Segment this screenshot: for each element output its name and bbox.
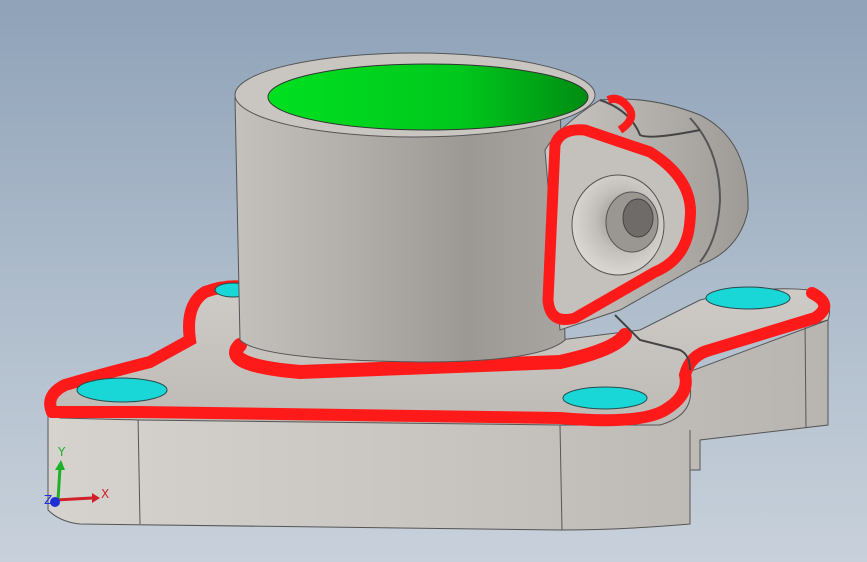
axis-triad: X Y Z <box>44 445 109 507</box>
mounting-hole-left[interactable] <box>76 377 168 403</box>
cad-model-view[interactable] <box>0 0 867 562</box>
x-axis-label: X <box>101 487 109 501</box>
z-axis-label: Z <box>44 493 52 507</box>
cylinder-boss[interactable] <box>234 52 596 363</box>
y-axis-arrow <box>56 467 62 501</box>
mounting-hole-front[interactable] <box>562 386 648 410</box>
graphics-viewport[interactable]: X Y Z <box>0 0 867 562</box>
y-axis-label: Y <box>57 445 66 459</box>
bore-surface[interactable] <box>267 63 589 131</box>
x-axis-arrow <box>55 496 93 502</box>
x-arrow-head <box>92 493 100 503</box>
mounting-hole-right[interactable] <box>705 286 791 310</box>
y-arrow-head <box>55 460 65 470</box>
